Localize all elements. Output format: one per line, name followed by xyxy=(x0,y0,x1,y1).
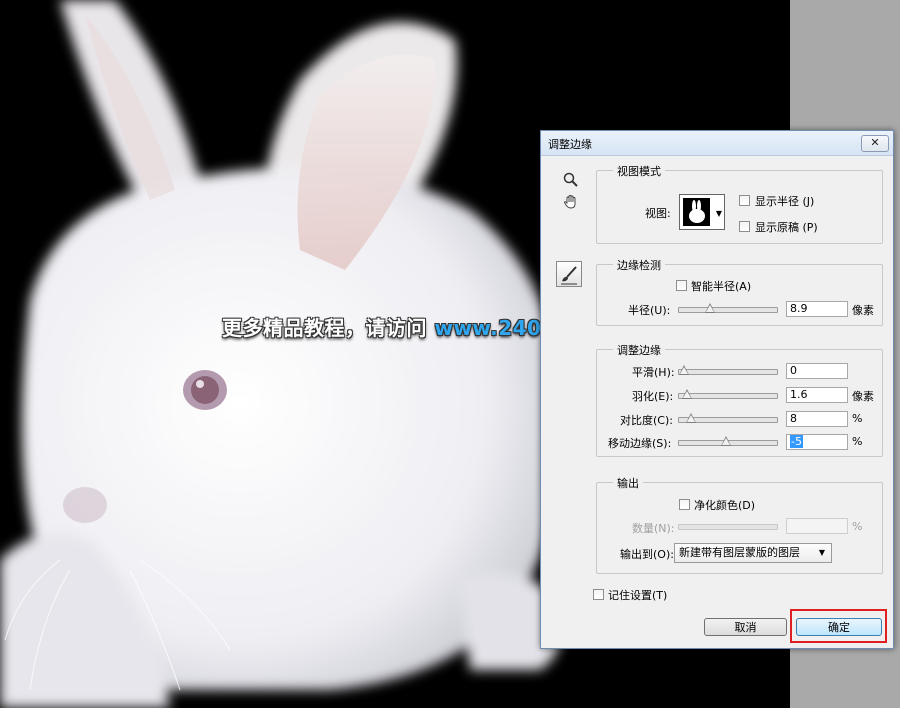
dialog-titlebar: 调整边缘 ✕ xyxy=(541,131,893,156)
chevron-down-icon: ▼ xyxy=(818,548,825,557)
refine-radius-brush-icon xyxy=(561,266,577,285)
smart-radius-label: 智能半径(A) xyxy=(691,280,752,293)
decontaminate-checkbox[interactable] xyxy=(679,499,690,510)
radius-slider[interactable] xyxy=(678,303,778,313)
edge-detection-legend: 边缘检测 xyxy=(613,257,665,273)
amount-label: 数量(N): xyxy=(632,522,675,535)
feather-input[interactable]: 1.6 xyxy=(786,387,848,403)
smooth-label: 平滑(H): xyxy=(632,366,675,379)
show-radius-checkbox[interactable] xyxy=(739,195,750,206)
contrast-slider-thumb[interactable] xyxy=(686,413,697,423)
shift-edge-slider[interactable] xyxy=(678,436,778,446)
contrast-label: 对比度(C): xyxy=(620,414,673,427)
view-mode-group: 视图模式 xyxy=(596,163,883,244)
radius-slider-thumb[interactable] xyxy=(705,303,716,313)
contrast-input[interactable]: 8 xyxy=(786,411,848,427)
view-mode-legend: 视图模式 xyxy=(613,163,665,179)
decontaminate-label: 净化颜色(D) xyxy=(694,499,756,512)
shift-edge-label: 移动边缘(S): xyxy=(608,437,672,450)
view-thumbnail xyxy=(683,198,710,226)
hand-icon[interactable] xyxy=(560,194,582,214)
shift-edge-slider-thumb[interactable] xyxy=(721,436,732,446)
zoom-icon[interactable] xyxy=(560,172,582,192)
feather-slider[interactable] xyxy=(678,389,778,399)
cancel-button[interactable]: 取消 xyxy=(704,618,787,636)
view-mode-picker[interactable]: ▼ xyxy=(679,194,725,230)
adjust-edge-legend: 调整边缘 xyxy=(613,342,665,358)
output-to-label: 输出到(O): xyxy=(620,548,674,561)
smooth-slider-thumb[interactable] xyxy=(679,365,689,375)
amount-input xyxy=(786,518,848,534)
output-to-select[interactable]: 新建带有图层蒙版的图层 ▼ xyxy=(674,543,832,563)
radius-label: 半径(U): xyxy=(628,304,671,317)
show-radius-label: 显示半径 (J) xyxy=(755,195,815,208)
close-icon: ✕ xyxy=(870,136,880,149)
remember-settings-checkbox[interactable] xyxy=(593,589,604,600)
amount-slider xyxy=(678,524,778,530)
shift-edge-selected-text: -5 xyxy=(790,435,803,448)
smooth-input[interactable]: 0 xyxy=(786,363,848,379)
contrast-unit: % xyxy=(852,412,863,425)
show-original-checkbox[interactable] xyxy=(739,221,750,232)
output-to-value: 新建带有图层蒙版的图层 xyxy=(679,546,800,559)
refine-radius-brush-button[interactable] xyxy=(556,261,582,287)
feather-label: 羽化(E): xyxy=(632,390,674,403)
output-legend: 输出 xyxy=(613,475,643,491)
refine-edge-dialog: 调整边缘 ✕ 视图模式 视图: ▼ 显示半径 (J) 显示原稿 (P) 边缘检测… xyxy=(540,130,894,649)
radius-input[interactable]: 8.9 xyxy=(786,301,848,317)
contrast-slider[interactable] xyxy=(678,413,778,423)
ok-button-highlight xyxy=(790,609,887,643)
view-label: 视图: xyxy=(645,207,671,220)
smart-radius-checkbox[interactable] xyxy=(676,280,687,291)
radius-unit: 像素 xyxy=(852,304,874,317)
chevron-down-icon: ▼ xyxy=(715,209,722,218)
dialog-title: 调整边缘 xyxy=(548,138,592,151)
amount-unit: % xyxy=(852,520,863,533)
close-button[interactable]: ✕ xyxy=(861,135,889,152)
show-original-label: 显示原稿 (P) xyxy=(755,221,818,234)
shift-edge-unit: % xyxy=(852,435,863,448)
feather-unit: 像素 xyxy=(852,390,874,403)
remember-settings-label: 记住设置(T) xyxy=(608,589,668,602)
smooth-slider[interactable] xyxy=(678,365,778,375)
shift-edge-input[interactable]: -5 xyxy=(786,434,848,450)
feather-slider-thumb[interactable] xyxy=(681,389,692,399)
